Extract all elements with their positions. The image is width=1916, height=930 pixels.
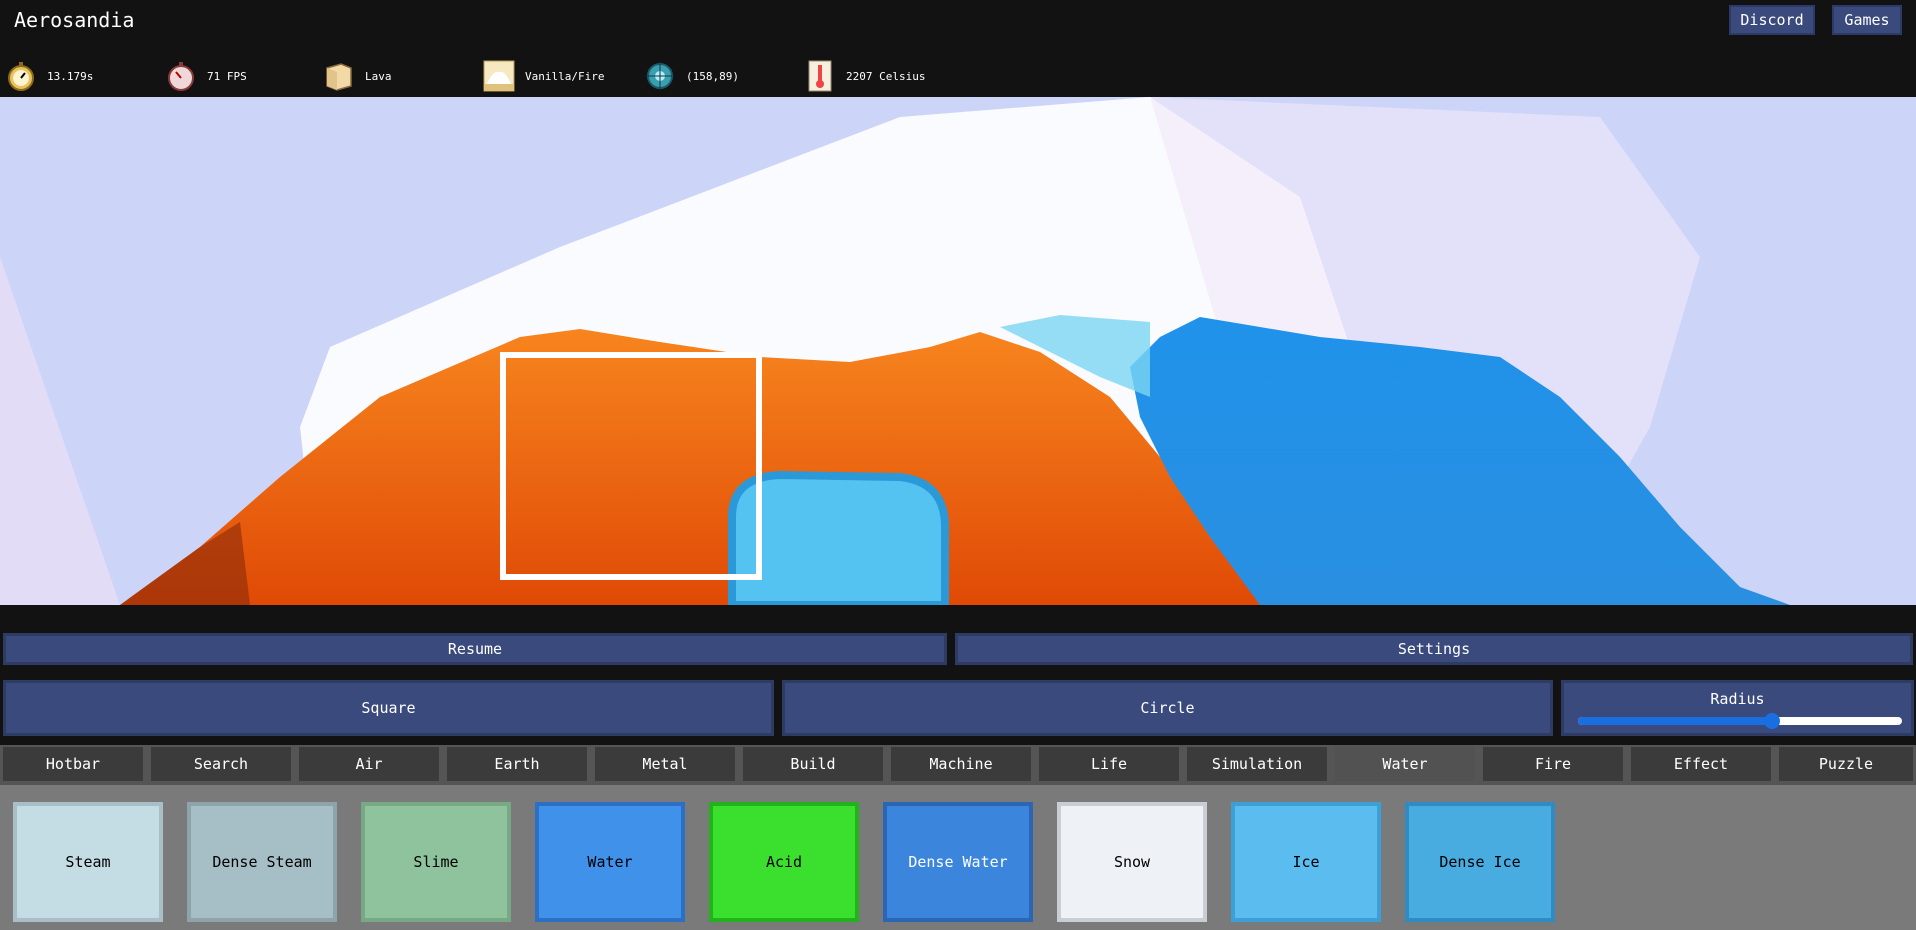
stat-category: Vanilla/Fire — [483, 56, 604, 96]
tab-water[interactable]: Water — [1335, 747, 1475, 781]
tab-hotbar[interactable]: Hotbar — [3, 747, 143, 781]
tab-earth[interactable]: Earth — [447, 747, 587, 781]
tab-fire[interactable]: Fire — [1483, 747, 1623, 781]
stat-time-value: 13.179s — [47, 69, 94, 83]
element-dense-water[interactable]: Dense Water — [883, 802, 1033, 922]
stat-time: 13.179s — [5, 56, 93, 96]
speedometer-icon — [168, 62, 194, 91]
cursor-crosshair-icon — [646, 62, 674, 90]
circle-brush-button[interactable]: Circle — [782, 680, 1553, 736]
element-steam[interactable]: Steam — [13, 802, 163, 922]
tab-machine[interactable]: Machine — [891, 747, 1031, 781]
radius-control: Radius — [1561, 680, 1914, 736]
settings-button[interactable]: Settings — [955, 633, 1913, 665]
stat-element: Lava — [323, 56, 392, 96]
element-ice[interactable]: Ice — [1231, 802, 1381, 922]
element-water[interactable]: Water — [535, 802, 685, 922]
stat-fps-value: 71 FPS — [207, 69, 247, 83]
element-acid[interactable]: Acid — [709, 802, 859, 922]
stat-temperature-value: 2207 Celsius — [846, 69, 926, 83]
stopwatch-icon — [8, 62, 34, 91]
radius-slider-fill — [1578, 717, 1773, 725]
element-palette: Steam Dense Steam Slime Water Acid Dense… — [0, 785, 1916, 930]
simulation-scene[interactable] — [0, 97, 1916, 605]
element-dense-steam[interactable]: Dense Steam — [187, 802, 337, 922]
games-button[interactable]: Games — [1832, 5, 1902, 35]
tab-air[interactable]: Air — [299, 747, 439, 781]
cloud-fire-icon — [483, 60, 515, 92]
radius-slider-thumb[interactable] — [1764, 713, 1781, 729]
stat-fps: 71 FPS — [165, 56, 247, 96]
discord-button[interactable]: Discord — [1729, 5, 1815, 35]
tab-simulation[interactable]: Simulation — [1187, 747, 1327, 781]
tab-build[interactable]: Build — [743, 747, 883, 781]
thermometer-icon — [808, 60, 832, 92]
simulation-canvas[interactable] — [0, 97, 1916, 605]
stat-element-value: Lava — [365, 69, 392, 83]
tab-search[interactable]: Search — [151, 747, 291, 781]
status-bar: 13.179s 71 FPS Lava Vanilla/Fire (158,89… — [0, 56, 1916, 96]
element-snow[interactable]: Snow — [1057, 802, 1207, 922]
tab-life[interactable]: Life — [1039, 747, 1179, 781]
stat-coordinates: (158,89) — [644, 56, 739, 96]
stat-temperature: 2207 Celsius — [804, 56, 925, 96]
tab-puzzle[interactable]: Puzzle — [1779, 747, 1913, 781]
stat-category-value: Vanilla/Fire — [525, 69, 605, 83]
element-slime[interactable]: Slime — [361, 802, 511, 922]
stat-coordinates-value: (158,89) — [686, 69, 739, 83]
resume-button[interactable]: Resume — [3, 633, 947, 665]
tab-metal[interactable]: Metal — [595, 747, 735, 781]
radius-slider[interactable] — [1578, 713, 1902, 729]
category-tabs: Hotbar Search Air Earth Metal Build Mach… — [0, 745, 1916, 785]
radius-label: Radius — [1710, 690, 1765, 708]
app-title: Aerosandia — [14, 8, 135, 32]
tab-effect[interactable]: Effect — [1631, 747, 1771, 781]
title-bar: Aerosandia Discord Games — [0, 0, 1916, 44]
square-brush-button[interactable]: Square — [3, 680, 774, 736]
element-cube-icon — [326, 63, 352, 91]
element-dense-ice[interactable]: Dense Ice — [1405, 802, 1555, 922]
